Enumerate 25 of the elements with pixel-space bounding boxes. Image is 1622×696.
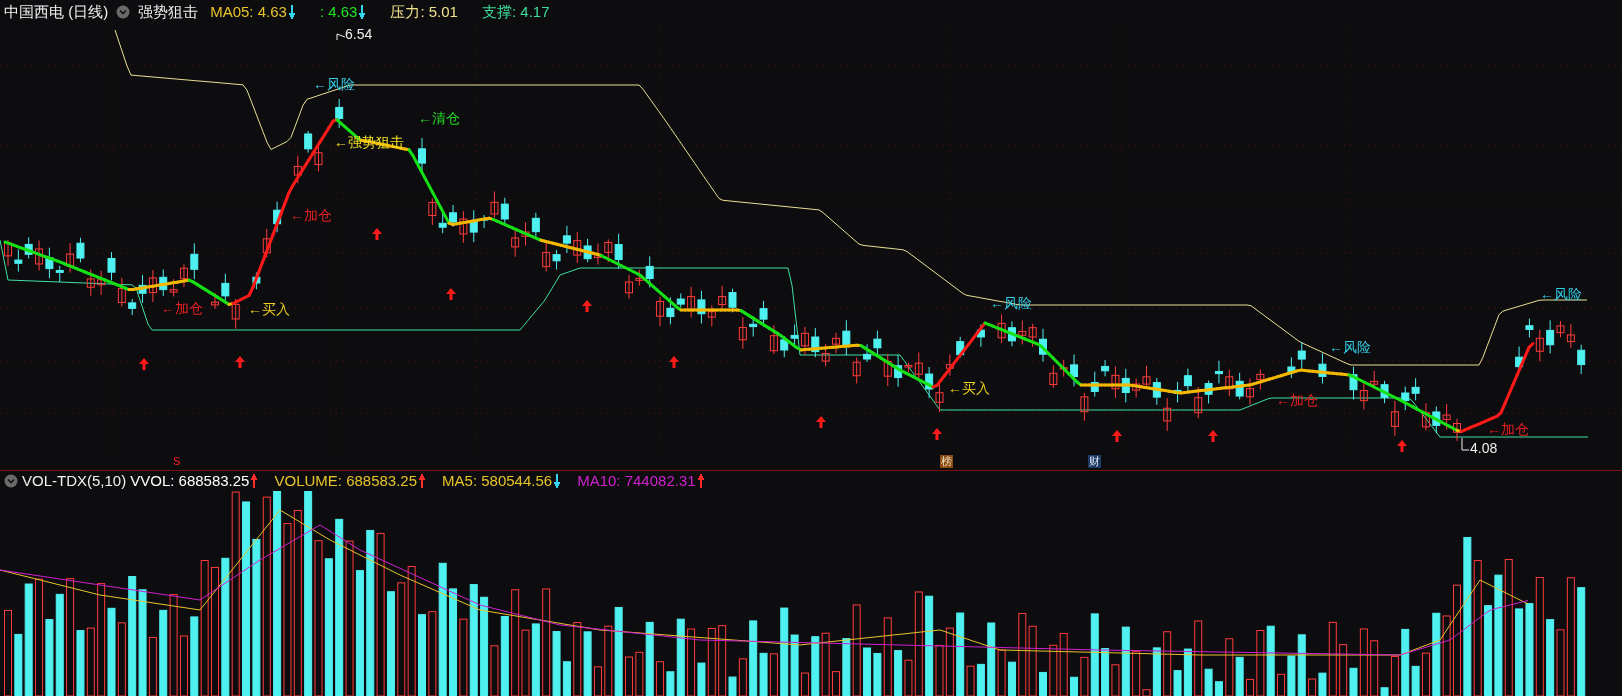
- signal-label: ←买入: [248, 302, 290, 316]
- volume-value: MA5: 580544.56: [442, 470, 553, 491]
- price-label: 6.54: [345, 27, 373, 41]
- indicator-name: 强势狙击: [138, 1, 199, 22]
- volume-value: MA10: 744082.31: [577, 470, 696, 491]
- signal-label: ←加仓: [1276, 393, 1318, 407]
- indicator-value: 支撑: 4.17: [481, 1, 550, 22]
- signal-label: ←加仓: [1487, 422, 1529, 436]
- indicator-value: 压力: 5.01: [390, 1, 458, 22]
- event-marker[interactable]: S: [172, 455, 182, 468]
- signal-label: ←清仓: [418, 111, 460, 125]
- price-label: 4.08: [1470, 441, 1498, 455]
- volume-title: VOL-TDX(5,10): [22, 470, 127, 491]
- signal-label: ←风险: [1540, 287, 1582, 301]
- indicator-value: MA05: 4.63: [210, 1, 287, 22]
- signal-label: ←买入: [948, 381, 990, 395]
- volume-value: VOLUME: 688583.25: [274, 470, 418, 491]
- stock-title: 中国西电 (日线): [4, 1, 109, 22]
- signal-label: ←加仓: [161, 301, 203, 315]
- event-marker[interactable]: 榜: [940, 455, 953, 468]
- volume-value: VVOL: 688583.25: [130, 470, 250, 491]
- signal-label: ←风险: [1329, 340, 1371, 354]
- event-marker[interactable]: 财: [1088, 455, 1101, 468]
- indicator-value: : 4.63: [319, 1, 358, 22]
- signal-label: ←加仓: [290, 208, 332, 222]
